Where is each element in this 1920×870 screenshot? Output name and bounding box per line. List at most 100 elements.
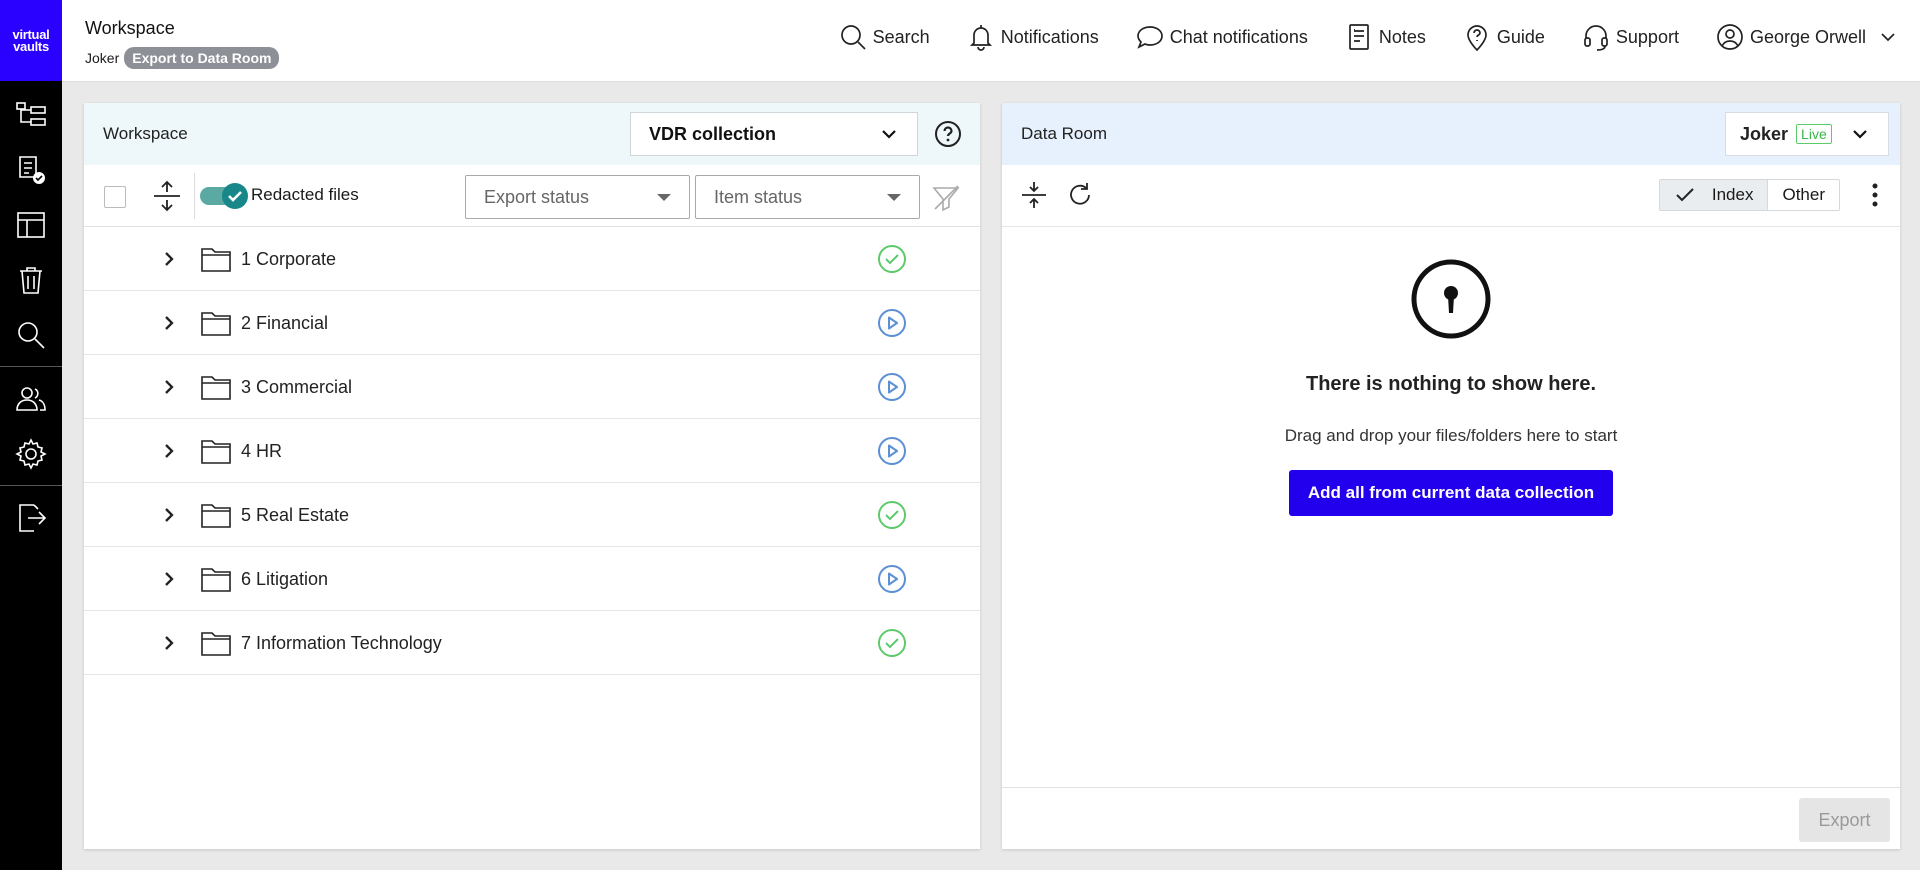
bell-icon [969,25,992,51]
user-avatar-icon [1717,24,1743,50]
chevron-right-icon[interactable] [159,633,179,653]
export-status-select[interactable]: Export status [465,175,690,219]
nav-chat-label: Chat notifications [1169,26,1308,47]
check-icon [1676,188,1694,202]
seg-index-label: Index [1711,185,1754,204]
rail-layout-button[interactable] [0,197,62,252]
workspace-panel-header: Workspace VDR collection [84,103,980,165]
rail-export-button[interactable] [0,490,62,545]
chevron-right-icon[interactable] [159,569,179,589]
seg-other[interactable]: Other [1768,180,1839,210]
toolbar-divider [194,173,195,219]
folder-label: 6 Litigation [241,569,329,589]
status-pending-icon [878,373,906,401]
rail-search-button[interactable] [0,307,62,362]
add-all-button[interactable]: Add all from current data collection [1288,470,1614,516]
dataroom-toolbar: Index Other [1002,165,1900,227]
gear-icon [15,437,47,470]
rail-tree-button[interactable] [0,87,62,142]
expand-collapse-icon[interactable] [150,179,184,213]
chevron-right-icon[interactable] [159,441,179,461]
folder-label: 2 Financial [241,313,329,333]
folder-row[interactable]: 4 HR [84,419,980,483]
chevron-right-icon[interactable] [159,249,179,269]
seg-index[interactable]: Index [1659,180,1769,210]
status-done-icon [878,629,906,657]
folder-icon [201,248,231,272]
folder-icon [201,312,231,336]
chevron-right-icon[interactable] [159,505,179,525]
trash-icon [20,266,42,294]
export-button[interactable]: Export [1799,798,1890,842]
more-options-icon[interactable] [1872,183,1878,207]
document-check-icon [19,155,45,184]
check-icon [228,191,242,202]
search-icon [840,25,866,50]
folder-row[interactable]: 2 Financial [84,291,980,355]
folder-row[interactable]: 1 Corporate [84,227,980,291]
collection-select[interactable]: VDR collection [630,112,918,156]
empty-state-subtitle: Drag and drop your files/folders here to… [1284,426,1618,445]
rail-users-button[interactable] [0,371,62,426]
folder-row[interactable]: 3 Commercial [84,355,980,419]
rail-documents-button[interactable] [0,142,62,197]
select-all-checkbox[interactable] [104,186,126,208]
nav-notes[interactable]: Notes [1344,22,1426,52]
toggle-knob [222,183,248,209]
notes-icon [1348,24,1369,50]
folder-label: 1 Corporate [241,249,337,269]
folder-icon [201,440,231,464]
search-icon [18,321,45,349]
empty-state-title: There is nothing to show here. [1305,373,1597,395]
rail-trash-button[interactable] [0,252,62,307]
nav-chat[interactable]: Chat notifications [1135,22,1308,52]
folder-row[interactable]: 6 Litigation [84,547,980,611]
dropdown-triangle-icon [887,193,901,201]
rail-divider-2 [0,485,62,486]
seg-other-label: Other [1782,185,1825,204]
nav-guide[interactable]: Guide [1462,22,1545,52]
chevron-down-icon [882,130,896,139]
help-icon[interactable] [934,120,962,148]
room-name: Joker [1740,123,1789,144]
redacted-files-toggle[interactable] [200,183,248,209]
rail-settings-button[interactable] [0,426,62,481]
item-status-select[interactable]: Item status [695,175,920,219]
nav-support[interactable]: Support [1581,22,1679,52]
logo-line2: vaults [13,38,49,54]
dropdown-triangle-icon [657,193,671,201]
status-pending-icon [878,309,906,337]
project-name: Joker [85,50,120,66]
chevron-right-icon[interactable] [159,313,179,333]
folder-label: 7 Information Technology [241,633,442,653]
user-name: George Orwell [1749,26,1866,47]
nav-search-label: Search [872,26,930,47]
logo[interactable]: virtual vaults [0,0,62,81]
collapse-all-icon[interactable] [1018,179,1050,211]
dataroom-footer: Export [1002,787,1900,849]
folder-row[interactable]: 5 Real Estate [84,483,980,547]
header-nav: Search Notifications Chat notifications … [802,22,1898,52]
refresh-icon[interactable] [1064,179,1096,211]
dataroom-panel-title: Data Room [1021,124,1107,143]
redacted-files-label: Redacted files [251,185,359,204]
room-select[interactable]: Joker Live [1725,112,1889,156]
folder-icon [201,632,231,656]
header-context: Workspace Joker Export to Data Room [85,18,280,69]
chevron-down-icon [1852,130,1867,139]
header-subtitle: Joker Export to Data Room [85,47,280,69]
rail-divider [0,366,62,367]
collection-select-value: VDR collection [649,123,777,144]
folder-list: 1 Corporate 2 Financial 3 Commercial 4 HR 5 … [84,227,980,675]
nav-search[interactable]: Search [838,22,930,52]
nav-notifications[interactable]: Notifications [966,22,1099,52]
chevron-right-icon[interactable] [159,377,179,397]
user-menu[interactable]: George Orwell [1715,22,1898,52]
workspace-panel: Workspace VDR collection Redacted files … [84,103,980,849]
status-done-icon [878,501,906,529]
status-pending-icon [878,565,906,593]
status-pending-icon [878,437,906,465]
clear-filter-icon[interactable] [931,182,961,212]
folder-row[interactable]: 7 Information Technology [84,611,980,675]
page-title: Workspace [85,18,175,38]
